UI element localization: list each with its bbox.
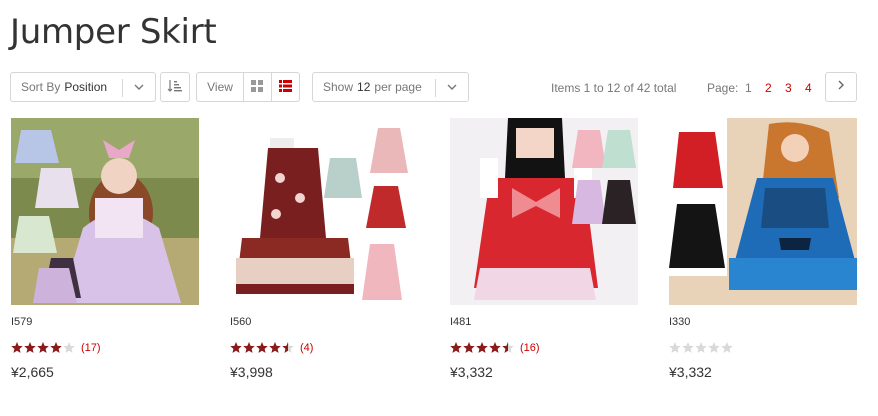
grid-view-button[interactable] [244,73,272,101]
star-icon [669,342,681,353]
review-count-link[interactable]: (4) [300,342,313,354]
page-title: Jumper Skirt [10,12,217,52]
product-price: ¥3,332 [669,364,712,380]
rating-stars-icon [230,342,294,353]
product-rating: (4) [230,341,313,355]
star-filled-icon [50,342,62,353]
sort-direction-button[interactable] [160,72,190,102]
product-name[interactable]: I481 [450,316,471,328]
page-1-current: 1 [745,81,752,95]
product-image[interactable] [669,118,857,305]
next-page-button[interactable] [825,72,857,102]
product-rating: (16) [450,341,540,355]
star-icon [708,342,720,353]
sort-by-label: Sort By [21,80,61,94]
product-price: ¥2,665 [11,364,54,380]
product-price: ¥3,998 [230,364,273,380]
per-page-value: 12 [357,80,371,94]
star-filled-icon [243,342,255,353]
show-label: Show [323,80,354,94]
product-card: I481 (16) ¥3,332 [450,118,638,380]
star-filled-icon [230,342,242,353]
page-4-link[interactable]: 4 [805,81,812,95]
page-3-link[interactable]: 3 [785,81,792,95]
product-name[interactable]: I560 [230,316,251,328]
star-filled-icon [269,342,281,353]
product-rating: (17) [11,341,101,355]
view-mode-switcher: View [196,72,300,102]
per-page-suffix: per page [374,80,422,94]
view-label: View [197,73,245,101]
product-rating [669,341,739,355]
per-page-select[interactable]: Show 12 per page [312,72,469,102]
page-2-link[interactable]: 2 [765,81,772,95]
star-icon [695,342,707,353]
star-icon [721,342,733,353]
star-filled-icon [24,342,36,353]
product-image[interactable] [230,118,418,305]
sort-by-select[interactable]: Sort By Position [10,72,156,102]
star-filled-icon [450,342,462,353]
chevron-down-icon [133,80,145,97]
chevron-down-icon [446,80,458,97]
sort-by-value: Position [64,80,108,94]
star-filled-icon [256,342,268,353]
list-icon [278,79,292,95]
rating-stars-icon [669,342,733,353]
list-view-button[interactable] [272,73,299,101]
product-name[interactable]: I579 [11,316,32,328]
review-count-link[interactable]: (17) [81,342,101,354]
sort-ascending-icon [167,78,183,97]
pager-label: Page: [707,81,739,95]
star-filled-icon [476,342,488,353]
star-filled-icon [489,342,501,353]
chevron-right-icon [836,78,846,96]
star-filled-icon [11,342,23,353]
items-total: Items 1 to 12 of 42 total [551,81,677,95]
star-icon [63,342,75,353]
star-filled-icon [463,342,475,353]
product-name[interactable]: I330 [669,316,690,328]
product-image[interactable] [450,118,638,305]
review-count-link[interactable]: (16) [520,342,540,354]
product-card: I330 ¥3,332 [669,118,857,380]
product-image[interactable] [11,118,199,305]
toolbar: Sort By Position View Show 12 per page I… [10,72,858,102]
rating-stars-icon [11,342,75,353]
product-card: I560 (4) ¥3,998 [230,118,418,380]
star-icon [682,342,694,353]
star-filled-icon [37,342,49,353]
rating-stars-icon [450,342,514,353]
product-card: I579 (17) ¥2,665 [11,118,199,380]
product-price: ¥3,332 [450,364,493,380]
grid-icon [251,79,264,95]
